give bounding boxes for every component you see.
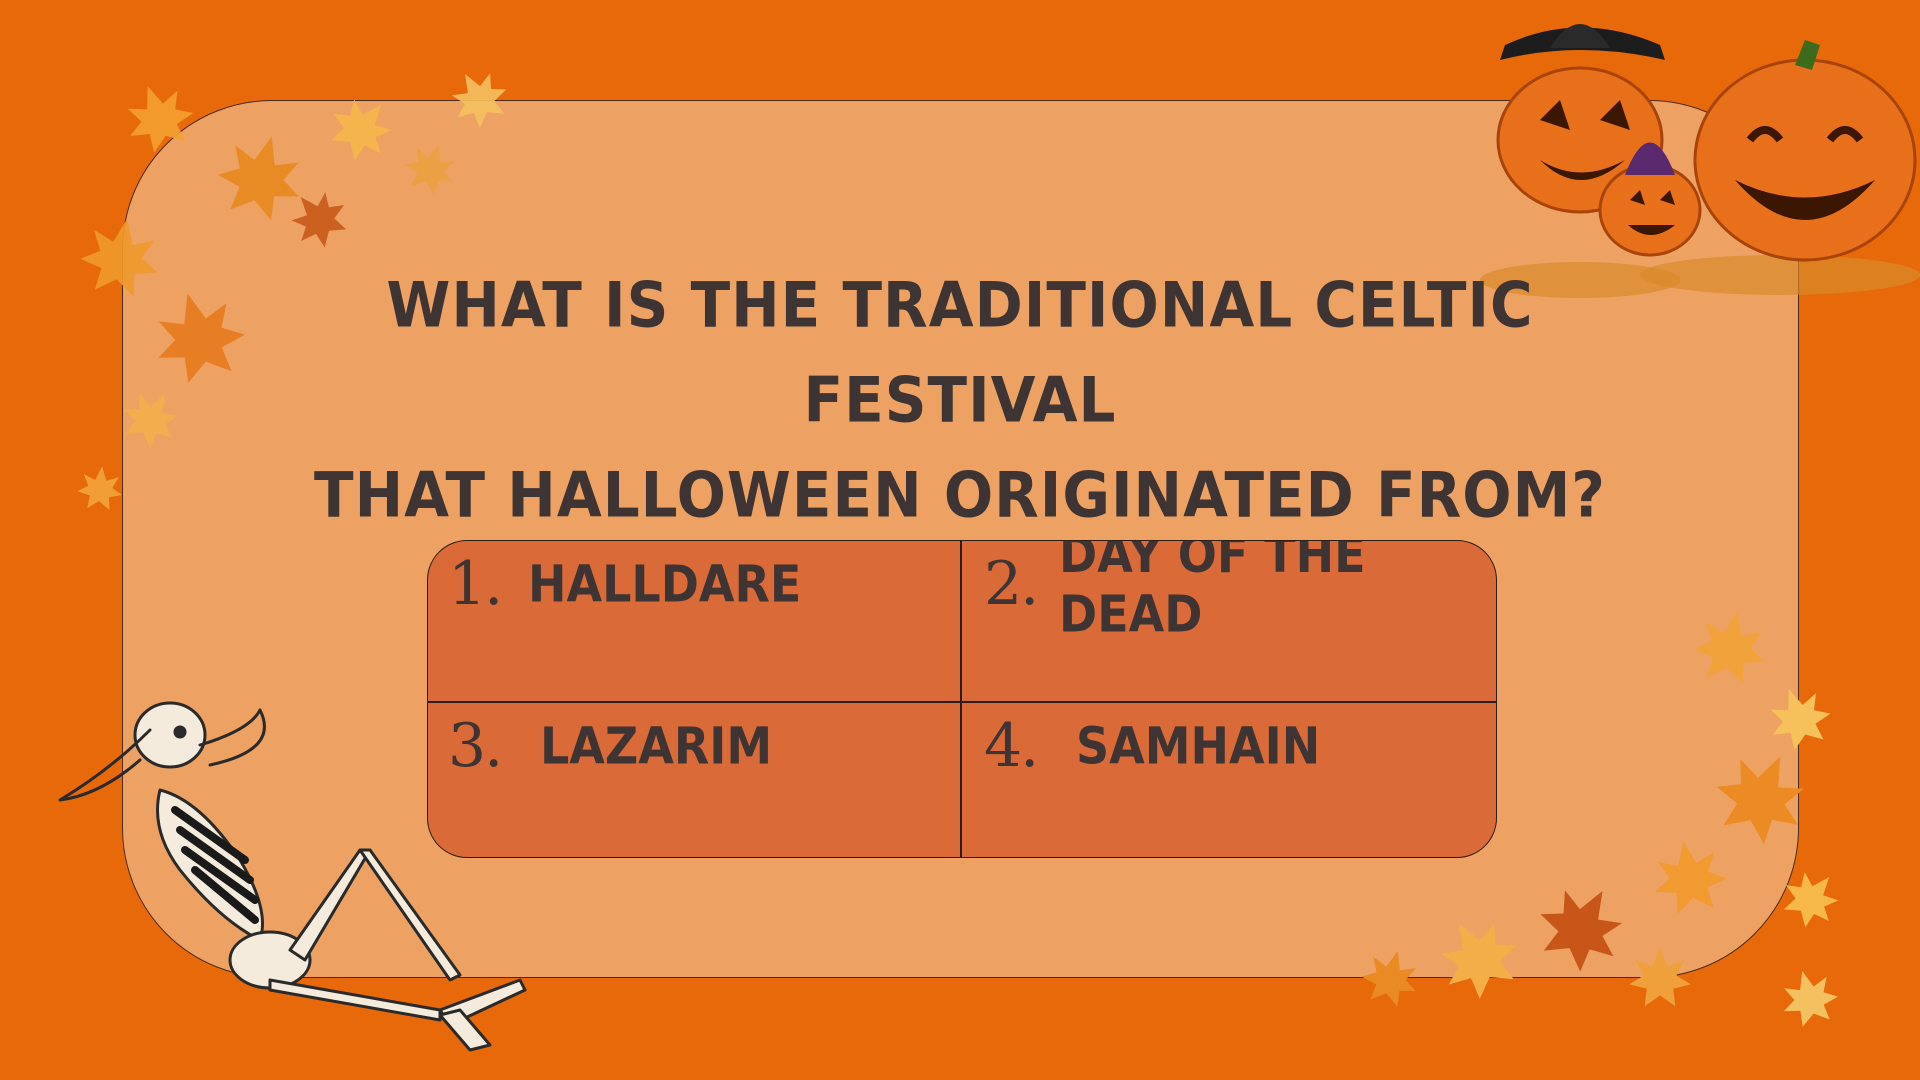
option-label: DAY OF THE DEAD bbox=[1059, 540, 1366, 644]
question-line-2: THAT HALLOWEEN ORIGINATED FROM? bbox=[314, 458, 1606, 532]
question-text: WHAT IS THE TRADITIONAL CELTIC FESTIVAL … bbox=[300, 257, 1620, 542]
option-label: SAMHAIN bbox=[1076, 716, 1321, 776]
grid-divider-horizontal bbox=[428, 701, 1496, 703]
grid-divider-vertical bbox=[960, 541, 962, 857]
option-number: 3. bbox=[448, 711, 503, 781]
option-number: 2. bbox=[984, 549, 1039, 619]
answer-option-2[interactable]: 2. DAY OF THE DEAD bbox=[984, 541, 1496, 643]
option-label: HALLDARE bbox=[528, 554, 802, 614]
option-label: LAZARIM bbox=[540, 716, 773, 776]
option-number: 1. bbox=[448, 549, 503, 619]
question-line-1: WHAT IS THE TRADITIONAL CELTIC FESTIVAL bbox=[386, 268, 1534, 437]
answer-option-1[interactable]: 1. HALLDARE bbox=[448, 544, 801, 624]
answer-option-4[interactable]: 4. SAMHAIN bbox=[984, 706, 1320, 786]
answer-option-3[interactable]: 3. LAZARIM bbox=[448, 706, 772, 786]
option-number: 4. bbox=[984, 711, 1039, 781]
answer-grid: 1. HALLDARE 2. DAY OF THE DEAD 3. LAZARI… bbox=[427, 540, 1497, 858]
